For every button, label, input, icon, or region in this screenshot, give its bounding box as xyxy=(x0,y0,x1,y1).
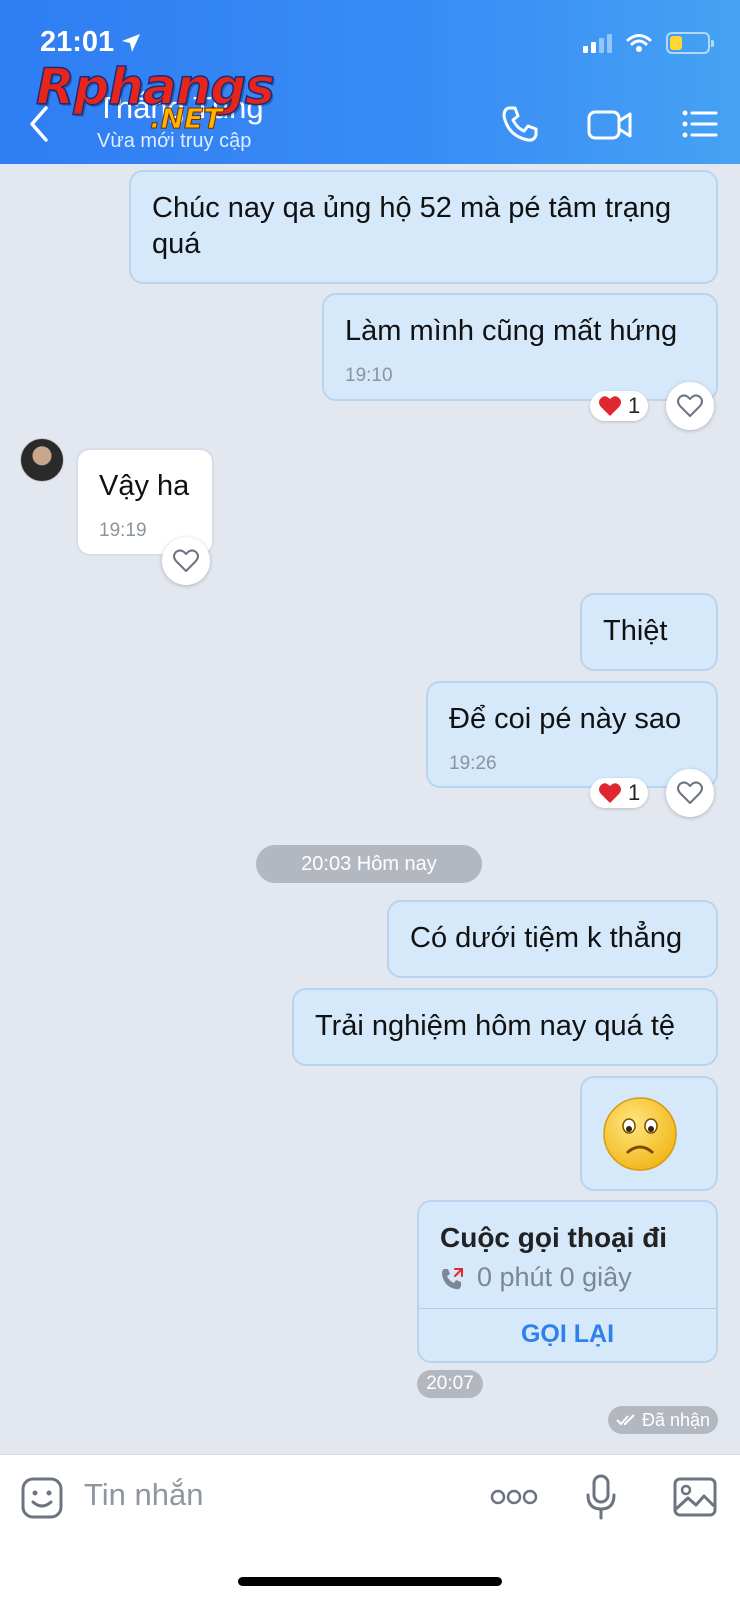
message-text: Thiệt xyxy=(603,615,668,647)
home-indicator xyxy=(238,1577,502,1586)
microphone-icon[interactable] xyxy=(584,1473,618,1521)
message-time: 19:19 xyxy=(99,520,147,541)
contact-avatar[interactable] xyxy=(20,438,64,482)
reaction-pill[interactable]: 1 xyxy=(590,778,649,808)
watermark-logo-suffix: .NET xyxy=(149,102,223,136)
reaction-pill[interactable]: 1 xyxy=(590,391,649,421)
call-back-button[interactable]: GỌI LẠI xyxy=(419,1320,716,1349)
call-duration: 0 phút 0 giây xyxy=(477,1262,632,1292)
chat-header: 21:01 Thắng Tùng Vừa mới truy cập Rphang… xyxy=(0,0,740,164)
heart-reaction-icon xyxy=(599,783,621,803)
message-bubble-outgoing[interactable]: Có dưới tiệm k thẳng xyxy=(387,900,718,978)
message-time: 19:26 xyxy=(449,753,497,774)
message-text: Làm mình cũng mất hứng xyxy=(345,315,678,347)
message-text: Để coi pé này sao xyxy=(449,703,682,735)
date-separator: 20:03 Hôm nay xyxy=(256,845,482,883)
message-bubble-outgoing[interactable]: Làm mình cũng mất hứng 19:10 xyxy=(322,293,718,401)
phone-call-icon[interactable] xyxy=(500,104,540,144)
message-input[interactable]: Tin nhắn xyxy=(84,1477,204,1513)
message-bubble-outgoing[interactable]: Để coi pé này sao 19:26 xyxy=(426,681,718,788)
message-time-chip: 20:07 xyxy=(417,1370,483,1398)
call-card[interactable]: Cuộc gọi thoại đi 0 phút 0 giây GỌI LẠI xyxy=(417,1200,718,1363)
sticker-emoji-icon[interactable] xyxy=(20,1476,64,1520)
message-text: quá xyxy=(152,228,201,260)
message-bubble-outgoing[interactable]: Trải nghiệm hôm nay quá tệ xyxy=(292,988,718,1066)
message-text: Chúc nay qa ủng hộ 52 mà pé tâm trạng xyxy=(152,192,672,224)
message-text: Trải nghiệm hôm nay quá tệ xyxy=(315,1010,676,1042)
message-time: 19:10 xyxy=(345,365,393,386)
wifi-icon xyxy=(626,34,652,52)
heart-outline-icon xyxy=(677,394,703,417)
status-time: 21:01 xyxy=(40,26,115,58)
like-button[interactable] xyxy=(162,537,210,585)
outgoing-call-icon xyxy=(442,1268,463,1290)
message-text: Có dưới tiệm k thẳng xyxy=(410,922,683,954)
sad-face-emoji-icon xyxy=(603,1097,677,1171)
reaction-count: 1 xyxy=(628,393,641,418)
image-gallery-icon[interactable] xyxy=(672,1476,718,1518)
status-right xyxy=(583,32,714,54)
double-check-icon xyxy=(616,1414,635,1426)
call-title: Cuộc gọi thoại đi xyxy=(440,1222,668,1253)
like-button[interactable] xyxy=(666,382,714,430)
message-text: Vậy ha xyxy=(99,470,190,502)
more-options-icon[interactable] xyxy=(490,1487,538,1507)
read-status-text: Đã nhận xyxy=(641,1409,711,1430)
call-divider xyxy=(419,1308,716,1309)
message-bubble-sticker[interactable] xyxy=(580,1076,718,1191)
heart-outline-icon xyxy=(173,549,199,572)
heart-reaction-icon xyxy=(599,396,621,416)
read-status-badge: Đã nhận xyxy=(608,1406,718,1434)
message-bubble-outgoing[interactable]: Thiệt xyxy=(580,593,718,671)
heart-outline-icon xyxy=(677,781,703,804)
reaction-count: 1 xyxy=(628,780,641,805)
location-arrow-icon xyxy=(122,34,140,52)
message-bubble-outgoing[interactable]: Chúc nay qa ủng hộ 52 mà pé tâm trạng qu… xyxy=(129,170,718,284)
like-button[interactable] xyxy=(666,769,714,817)
battery-icon xyxy=(666,32,714,54)
signal-icon xyxy=(583,33,612,53)
menu-list-icon[interactable] xyxy=(680,104,720,144)
video-call-icon[interactable] xyxy=(586,104,634,144)
